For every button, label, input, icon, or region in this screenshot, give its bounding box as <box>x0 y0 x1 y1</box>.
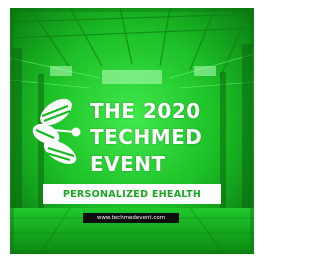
event-banner: THE 2020 TECHMED EVENT PERSONALIZED EHEA… <box>10 8 254 254</box>
event-banner-frame: THE 2020 TECHMED EVENT PERSONALIZED EHEA… <box>0 0 264 262</box>
event-title-line-3: EVENT <box>90 152 166 176</box>
techmed-leaf-logo-icon <box>32 98 81 164</box>
event-title-line-2: TECHMED <box>90 125 203 149</box>
event-title-line-1: THE 2020 <box>90 99 201 123</box>
event-website-link[interactable]: www.techmedevent.com <box>83 213 179 223</box>
event-tagline: PERSONALIZED EHEALTH <box>43 184 221 204</box>
